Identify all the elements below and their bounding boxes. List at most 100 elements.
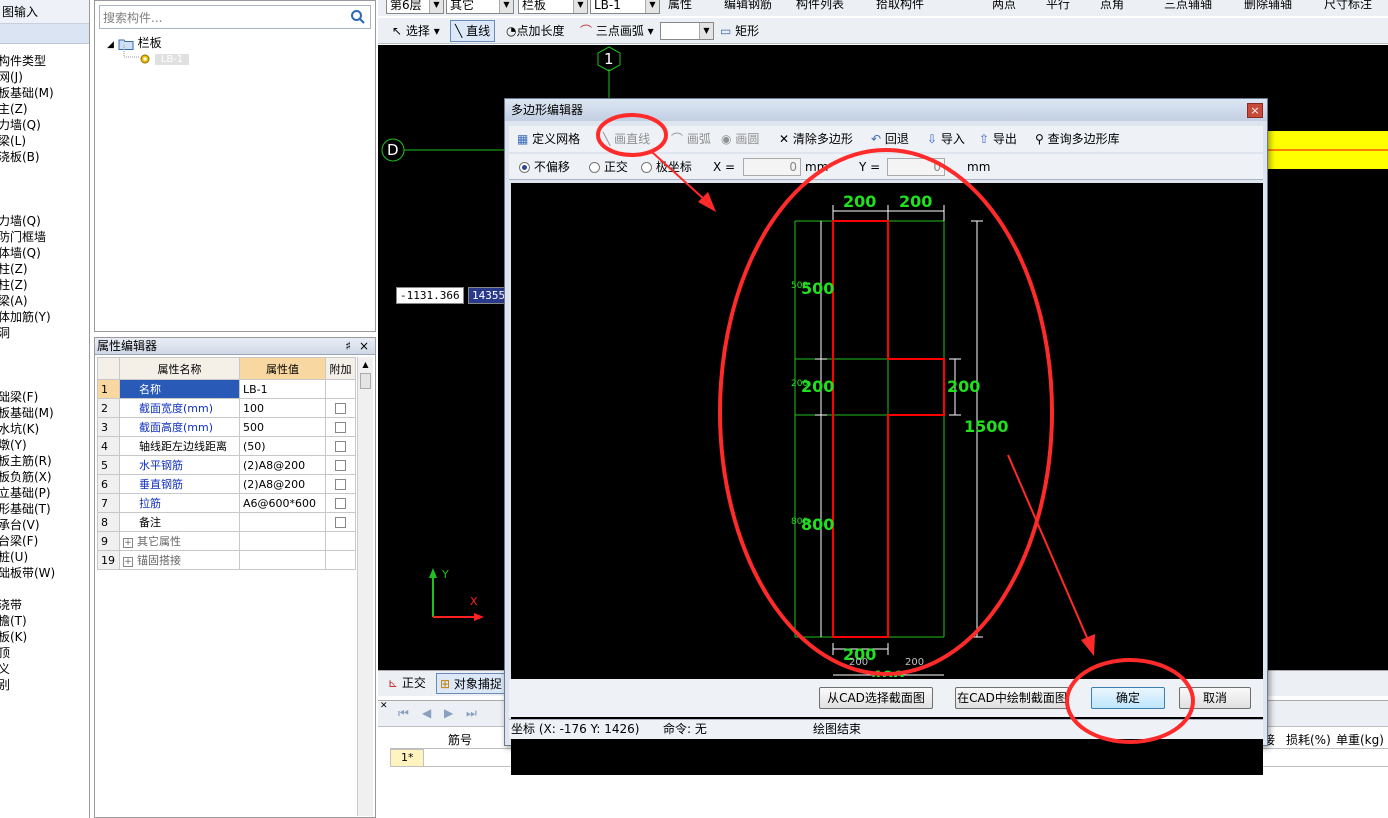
property-value[interactable]: A6@600*600 bbox=[239, 493, 326, 513]
left-nav-item[interactable]: 板基础(M) bbox=[0, 405, 54, 421]
checkbox[interactable] bbox=[335, 441, 346, 452]
left-nav-item[interactable]: 梁(A) bbox=[0, 293, 28, 309]
left-nav-item[interactable]: 水坑(K) bbox=[0, 421, 39, 437]
left-nav-item[interactable]: 柱(Z) bbox=[0, 277, 28, 293]
dialog-close-button[interactable]: × bbox=[1247, 103, 1263, 118]
left-nav-item[interactable]: 板负筋(X) bbox=[0, 469, 52, 485]
property-value[interactable]: (2)A8@200 bbox=[239, 474, 326, 494]
property-value[interactable]: 500 bbox=[239, 417, 326, 437]
draw-arc-button[interactable]: ⌒ 画弧 bbox=[671, 129, 711, 149]
left-nav-item[interactable]: 防门框墙 bbox=[0, 229, 46, 245]
expand-icon[interactable]: + bbox=[123, 538, 133, 548]
component-select[interactable]: LB-1 ▼ bbox=[590, 0, 660, 14]
point-length-button[interactable]: ◔点加长度 bbox=[506, 21, 565, 41]
checkbox[interactable] bbox=[335, 422, 346, 433]
define-grid-button[interactable]: ▦ 定义网格 bbox=[517, 129, 580, 149]
line-button[interactable]: ╲ 直线 bbox=[450, 20, 496, 42]
two-point-button[interactable]: 两点 bbox=[992, 0, 1016, 14]
left-nav-item[interactable]: 浇带 bbox=[0, 597, 22, 613]
type-select[interactable]: 栏板 ▼ bbox=[518, 0, 588, 14]
three-point-axis-button[interactable]: 三点辅轴 bbox=[1164, 0, 1212, 14]
pick-component-button[interactable]: 拾取构件 bbox=[876, 0, 924, 14]
property-row[interactable]: 4 轴线距左边线距离 (50) bbox=[97, 436, 356, 456]
undo-button[interactable]: ↶ 回退 bbox=[871, 129, 909, 149]
left-nav-item[interactable]: 台梁(F) bbox=[0, 533, 38, 549]
floor-select[interactable]: 第6层 ▼ bbox=[386, 0, 444, 14]
property-scrollbar[interactable]: ▲ bbox=[357, 357, 373, 816]
property-row[interactable]: 19 + 锚固搭接 bbox=[97, 550, 356, 570]
checkbox[interactable] bbox=[335, 479, 346, 490]
select-from-cad-button[interactable]: 从CAD选择截面图 bbox=[819, 687, 933, 709]
search-icon[interactable] bbox=[350, 9, 366, 25]
category-select[interactable]: 其它 ▼ bbox=[446, 0, 514, 14]
clear-polygon-button[interactable]: ✕ 清除多边形 bbox=[779, 129, 853, 149]
radio-off-icon[interactable] bbox=[589, 162, 600, 173]
y-input[interactable]: 0 bbox=[887, 158, 945, 176]
left-nav-item[interactable]: 形基础(T) bbox=[0, 501, 51, 517]
left-nav-item[interactable]: 力墙(Q) bbox=[0, 117, 41, 133]
chevron-down-icon[interactable]: ▼ bbox=[645, 0, 659, 13]
property-value[interactable] bbox=[239, 512, 326, 532]
checkbox[interactable] bbox=[335, 403, 346, 414]
property-value[interactable]: (2)A8@200 bbox=[239, 455, 326, 475]
left-nav-item[interactable]: 立基础(P) bbox=[0, 485, 51, 501]
select-button[interactable]: ↖ 选择 ▾ bbox=[392, 21, 440, 41]
coord-x-input[interactable]: -1131.366 bbox=[396, 287, 464, 304]
left-nav-item[interactable]: 板(K) bbox=[0, 629, 27, 645]
left-nav-item[interactable]: 墩(Y) bbox=[0, 437, 27, 453]
dimension-button[interactable]: 尺寸标注 bbox=[1324, 0, 1372, 14]
left-nav-item[interactable]: 体加筋(Y) bbox=[0, 309, 51, 325]
next-page-icon[interactable]: ▶ bbox=[444, 706, 453, 720]
tree-child-item[interactable]: LB-1 bbox=[139, 51, 190, 65]
component-list-button[interactable]: 构件列表 bbox=[796, 0, 844, 14]
prev-page-icon[interactable]: ◀ bbox=[422, 706, 431, 720]
property-value[interactable]: 100 bbox=[239, 398, 326, 418]
import-button[interactable]: ⇩ 导入 bbox=[927, 129, 965, 149]
coord-y-input[interactable]: 14355. bbox=[468, 287, 512, 304]
left-nav-item[interactable]: 板主筋(R) bbox=[0, 453, 52, 469]
ok-button[interactable]: 确定 bbox=[1091, 687, 1165, 709]
close-icon[interactable]: × bbox=[359, 338, 369, 355]
properties-button[interactable]: 属性 bbox=[668, 0, 692, 14]
object-snap-toggle[interactable]: ⊞ 对象捕捉 bbox=[436, 673, 506, 694]
property-row[interactable]: 6 垂直钢筋 (2)A8@200 bbox=[97, 474, 356, 494]
left-nav-item[interactable]: 檐(T) bbox=[0, 613, 27, 629]
left-nav-item[interactable]: 础板带(W) bbox=[0, 565, 55, 581]
property-value[interactable] bbox=[239, 550, 326, 570]
close-icon[interactable]: ✕ bbox=[380, 701, 388, 711]
left-nav-item[interactable]: 体墙(Q) bbox=[0, 245, 41, 261]
draw-circle-button[interactable]: ◉ 画圆 bbox=[721, 129, 759, 149]
collapse-icon[interactable]: ◢ bbox=[107, 40, 114, 50]
ortho-toggle[interactable]: ⊾ 正交 bbox=[388, 673, 426, 693]
left-nav-item[interactable]: 板基础(M) bbox=[0, 85, 54, 101]
property-row[interactable]: 3 截面高度(mm) 500 bbox=[97, 417, 356, 437]
left-nav-item[interactable]: 桩(U) bbox=[0, 549, 28, 565]
scroll-thumb[interactable] bbox=[360, 373, 371, 389]
chevron-down-icon[interactable]: ▼ bbox=[429, 0, 443, 13]
cancel-button[interactable]: 取消 bbox=[1179, 687, 1251, 709]
property-row[interactable]: 9 + 其它属性 bbox=[97, 531, 356, 551]
parallel-button[interactable]: 平行 bbox=[1046, 0, 1070, 14]
query-library-button[interactable]: ⚲ 查询多边形库 bbox=[1035, 129, 1120, 149]
left-nav-item[interactable]: 主(Z) bbox=[0, 101, 28, 117]
radio-on-icon[interactable] bbox=[519, 162, 530, 173]
property-value[interactable] bbox=[239, 531, 326, 551]
chevron-down-icon[interactable]: ▼ bbox=[499, 0, 513, 13]
radio-off-icon[interactable] bbox=[641, 162, 652, 173]
draw-in-cad-button[interactable]: 在CAD中绘制截面图 bbox=[955, 687, 1069, 709]
property-row[interactable]: 5 水平钢筋 (2)A8@200 bbox=[97, 455, 356, 475]
x-input[interactable]: 0 bbox=[743, 158, 801, 176]
chevron-down-icon[interactable]: ▼ bbox=[699, 23, 713, 39]
draw-line-button[interactable]: ╲ 画直线 bbox=[603, 129, 650, 149]
checkbox[interactable] bbox=[335, 498, 346, 509]
export-button[interactable]: ⇧ 导出 bbox=[979, 129, 1017, 149]
left-nav-item[interactable]: 构件类型 bbox=[0, 53, 46, 69]
left-nav-item[interactable]: 力墙(Q) bbox=[0, 213, 41, 229]
ortho-radio[interactable]: 正交 bbox=[589, 157, 628, 177]
checkbox[interactable] bbox=[335, 460, 346, 471]
left-nav-item[interactable]: 浇板(B) bbox=[0, 149, 40, 165]
polar-radio[interactable]: 极坐标 bbox=[641, 157, 692, 177]
left-nav-item[interactable]: 顶 bbox=[0, 645, 10, 661]
scroll-up-icon[interactable]: ▲ bbox=[358, 357, 373, 373]
arc-mode-select[interactable]: ▼ bbox=[660, 22, 714, 40]
